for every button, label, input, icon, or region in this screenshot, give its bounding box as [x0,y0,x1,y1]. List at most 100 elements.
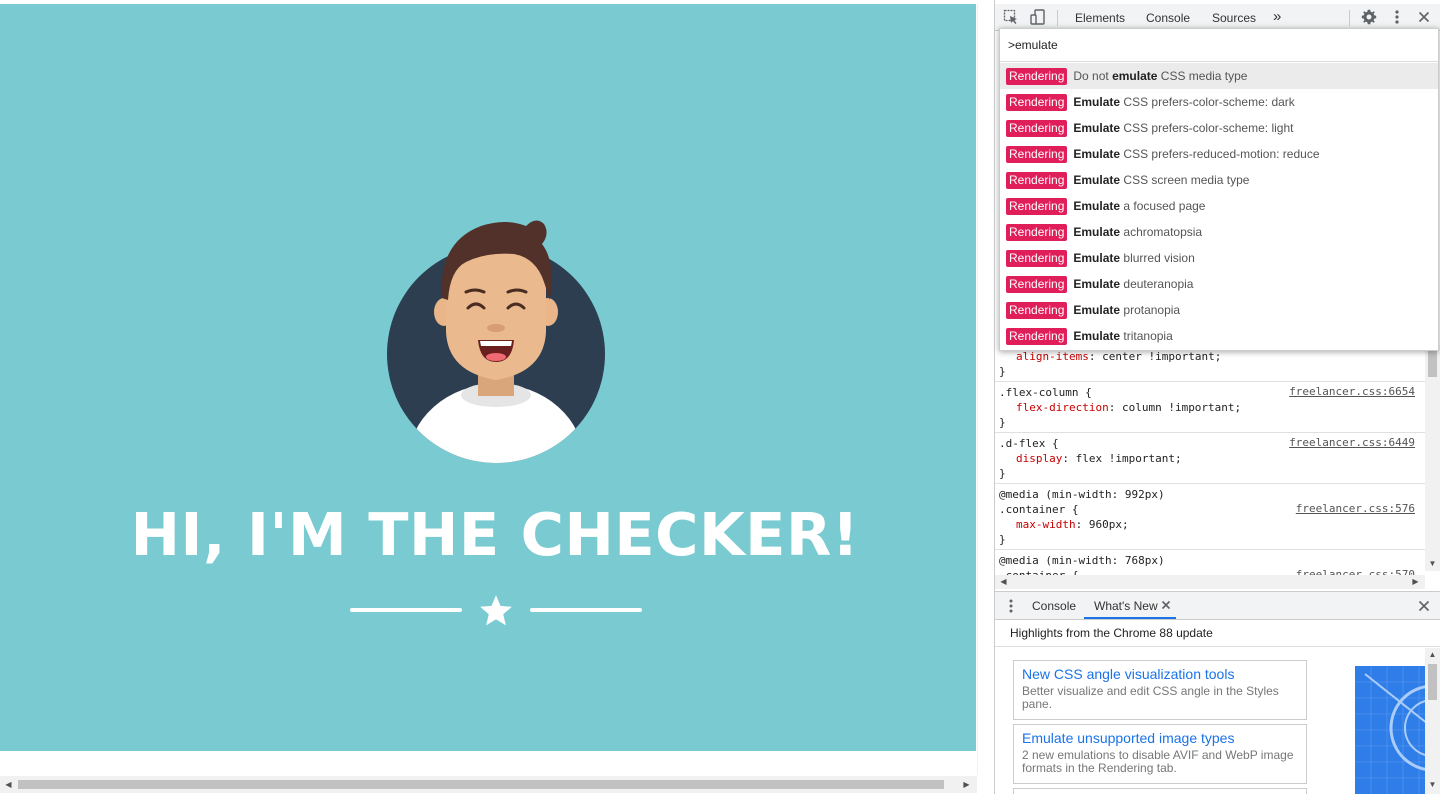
whats-new-card[interactable]: Emulate unsupported image types 2 new em… [1013,724,1307,784]
divider-line-right [530,608,642,612]
scroll-down-arrow-icon[interactable]: ▼ [977,758,978,775]
masthead-section: HI, I'M THE CHECKER! [0,4,976,751]
divider-line-left [350,608,462,612]
command-menu-item[interactable]: Rendering Emulate protanopia [1000,297,1438,323]
media-query: @media (min-width: 768px) [999,554,1165,567]
command-menu-item[interactable]: Rendering Emulate CSS prefers-reduced-mot… [1000,141,1438,167]
drawer-menu-icon[interactable] [1003,598,1019,614]
command-label: Emulate tritanopia [1073,329,1173,343]
styles-pane: align-items: center !important; } .flex-… [995,345,1425,579]
scroll-right-arrow-icon[interactable]: ▶ [1407,573,1424,590]
source-link[interactable]: freelancer.css:6449 [1289,436,1415,449]
hero-title: HI, I'M THE CHECKER! [130,500,860,569]
command-menu-item[interactable]: Rendering Emulate a focused page [1000,193,1438,219]
category-badge: Rendering [1006,171,1068,189]
category-badge: Rendering [1006,275,1068,293]
kebab-menu-icon[interactable] [1389,9,1405,25]
drawer-vertical-scrollbar[interactable]: ▲ ▼ [1425,648,1440,794]
command-menu-item[interactable]: Rendering Emulate deuteranopia [1000,271,1438,297]
whats-new-thumbnail-image [1355,666,1425,794]
close-icon[interactable] [1416,9,1432,25]
devtools-toolbar: Elements Console Sources » [995,4,1440,31]
avatar-illustration [387,220,605,463]
tab-sources[interactable]: Sources [1212,11,1256,25]
command-label: Emulate CSS prefers-reduced-motion: redu… [1073,147,1320,161]
tab-console[interactable]: Console [1146,11,1190,25]
command-menu-item[interactable]: Rendering Emulate CSS prefers-color-schem… [1000,115,1438,141]
tab-elements[interactable]: Elements [1075,11,1125,25]
command-menu-item[interactable]: Rendering Emulate blurred vision [1000,245,1438,271]
category-badge: Rendering [1006,327,1068,345]
inspect-element-icon[interactable] [1003,9,1019,25]
scroll-thumb[interactable] [1428,664,1437,700]
rule-close-brace: } [999,416,1006,429]
command-menu-item[interactable]: Rendering Do not emulate CSS media type [1000,63,1438,89]
command-menu-item[interactable]: Rendering Emulate CSS screen media type [1000,167,1438,193]
source-link[interactable]: freelancer.css:6654 [1289,385,1415,398]
command-menu: RenderingDo not emulate CSS media typeRe… [999,28,1439,351]
css-property[interactable]: flex-direction: column !important; [999,400,1421,415]
category-badge: Rendering [1006,93,1068,111]
close-tab-icon[interactable] [1160,599,1172,611]
command-menu-item[interactable]: Rendering Emulate tritanopia [1000,323,1438,349]
rule-close-brace: } [999,365,1006,378]
category-badge: Rendering [1006,119,1068,137]
drawer-tab-whats-new[interactable]: What's New [1094,599,1158,613]
css-rule: .d-flex { freelancer.css:6449 display: f… [995,433,1425,484]
command-label: Emulate a focused page [1073,199,1206,213]
media-query: @media (min-width: 992px) [999,488,1165,501]
command-menu-input[interactable] [1000,29,1438,62]
whats-new-card[interactable] [1013,788,1307,794]
command-menu-item[interactable]: Rendering Emulate CSS prefers-color-schem… [1000,89,1438,115]
category-badge: Rendering [1006,145,1068,163]
scroll-up-arrow-icon[interactable]: ▲ [1424,646,1440,663]
css-property[interactable]: display: flex !important; [999,451,1421,466]
css-property[interactable]: max-width: 960px; [999,517,1421,532]
scroll-left-arrow-icon[interactable]: ◀ [995,573,1012,590]
scroll-up-arrow-icon[interactable]: ▲ [977,6,978,23]
command-label: Emulate achromatopsia [1073,225,1203,239]
command-label: Emulate CSS prefers-color-scheme: dark [1073,95,1295,109]
whats-new-card[interactable]: New CSS angle visualization tools Better… [1013,660,1307,720]
toolbar-separator [1349,10,1350,26]
device-toolbar-icon[interactable] [1030,9,1046,25]
scroll-down-arrow-icon[interactable]: ▼ [1424,555,1440,572]
page-horizontal-scrollbar[interactable]: ◀ ▶ [0,776,977,793]
scroll-thumb[interactable] [18,780,944,789]
scroll-right-arrow-icon[interactable]: ▶ [958,776,975,793]
card-description: 2 new emulations to disable AVIF and Web… [1022,748,1294,775]
toolbar-separator [1057,10,1058,26]
whats-new-header: Highlights from the Chrome 88 update [995,620,1440,647]
card-title-link[interactable]: Emulate unsupported image types [1022,730,1298,746]
gear-icon[interactable] [1361,9,1377,25]
command-label: Do not emulate CSS media type [1073,69,1248,83]
command-menu-item[interactable]: Rendering Emulate achromatopsia [1000,219,1438,245]
command-menu-list: Rendering Do not emulate CSS media type Re… [1000,63,1438,349]
styles-horizontal-scrollbar[interactable]: ◀ ▶ [995,575,1425,589]
command-label: Emulate deuteranopia [1073,277,1194,291]
page-vertical-scrollbar[interactable]: ▲ ▼ [977,4,978,775]
command-label: Emulate protanopia [1073,303,1181,317]
css-rule: @media (min-width: 992px) .container { f… [995,484,1425,550]
scroll-left-arrow-icon[interactable]: ◀ [0,776,17,793]
category-badge: Rendering [1006,67,1068,85]
command-label: Emulate CSS prefers-color-scheme: light [1073,121,1294,135]
category-badge: Rendering [1006,301,1068,319]
command-label: Emulate CSS screen media type [1073,173,1250,187]
drawer-tab-console[interactable]: Console [1032,599,1076,613]
devtools-panel: Elements Console Sources » Rendering Do n… [994,0,1440,794]
rule-close-brace: } [999,467,1006,480]
rule-close-brace: } [999,533,1006,546]
command-label: Emulate blurred vision [1073,251,1195,265]
scroll-down-arrow-icon[interactable]: ▼ [1424,776,1440,793]
styles-vertical-scrollbar[interactable]: ▼ [1425,345,1440,571]
card-description: Better visualize and edit CSS angle in t… [1022,684,1279,711]
css-property[interactable]: align-items: center !important; [999,349,1421,364]
css-rule: .flex-column { freelancer.css:6654 flex-… [995,382,1425,433]
more-tabs-chevron-icon[interactable]: » [1273,8,1281,25]
close-drawer-icon[interactable] [1416,598,1432,614]
scroll-thumb[interactable] [1428,351,1437,377]
card-title-link[interactable]: New CSS angle visualization tools [1022,666,1298,682]
source-link[interactable]: freelancer.css:576 [1296,502,1415,515]
page-viewport: HI, I'M THE CHECKER! ▲ ▼ ◀ ▶ [0,0,978,794]
